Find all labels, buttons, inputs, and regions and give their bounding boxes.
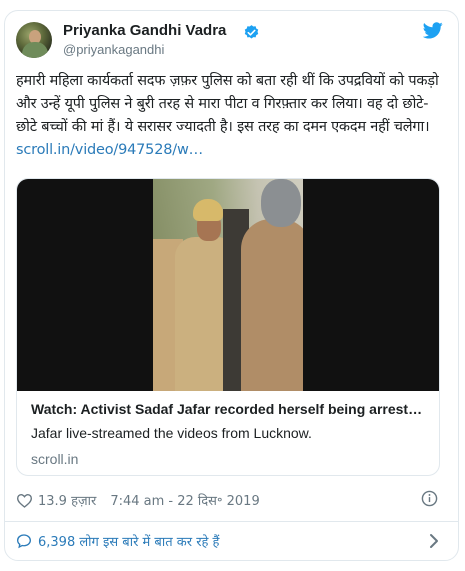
card-video-thumbnail[interactable] [17,179,439,391]
card-title: Watch: Activist Sadaf Jafar recorded her… [31,401,423,417]
heart-icon[interactable] [16,493,33,508]
chevron-right-icon[interactable] [428,533,440,549]
tweet-link[interactable]: scroll.in/video/947528/w… [16,142,203,158]
video-still-image [153,179,303,391]
conversation-label[interactable]: 6,398 लोग इस बारे में बात कर रहे हैं [38,532,219,550]
twitter-bird-icon[interactable] [423,22,443,39]
tweet-body: हमारी महिला कार्यकर्ता सदफ ज़फ़र पुलिस क… [16,73,439,135]
author-name[interactable]: Priyanka Gandhi Vadra [63,22,226,39]
card-description: Jafar live-streamed the videos from Luck… [31,425,312,441]
tweet-text: हमारी महिला कार्यकर्ता सदफ ज़फ़र पुलिस क… [16,70,444,162]
verified-icon [244,25,259,39]
avatar[interactable] [16,22,52,58]
tweet-meta: 13.9 हज़ार 7:44 am - 22 दिस॰ 2019 [16,490,260,510]
reply-icon [16,534,32,549]
divider [4,521,459,522]
link-card[interactable]: Watch: Activist Sadaf Jafar recorded her… [16,178,440,476]
info-icon[interactable] [421,490,438,507]
avatar-body [22,42,48,58]
author-handle[interactable]: @priyankagandhi [63,42,164,57]
card-domain: scroll.in [31,451,79,467]
timestamp[interactable]: 7:44 am - 22 दिस॰ 2019 [110,491,259,509]
conversation-link[interactable]: 6,398 लोग इस बारे में बात कर रहे हैं [16,531,219,551]
like-count[interactable]: 13.9 हज़ार [38,491,96,509]
